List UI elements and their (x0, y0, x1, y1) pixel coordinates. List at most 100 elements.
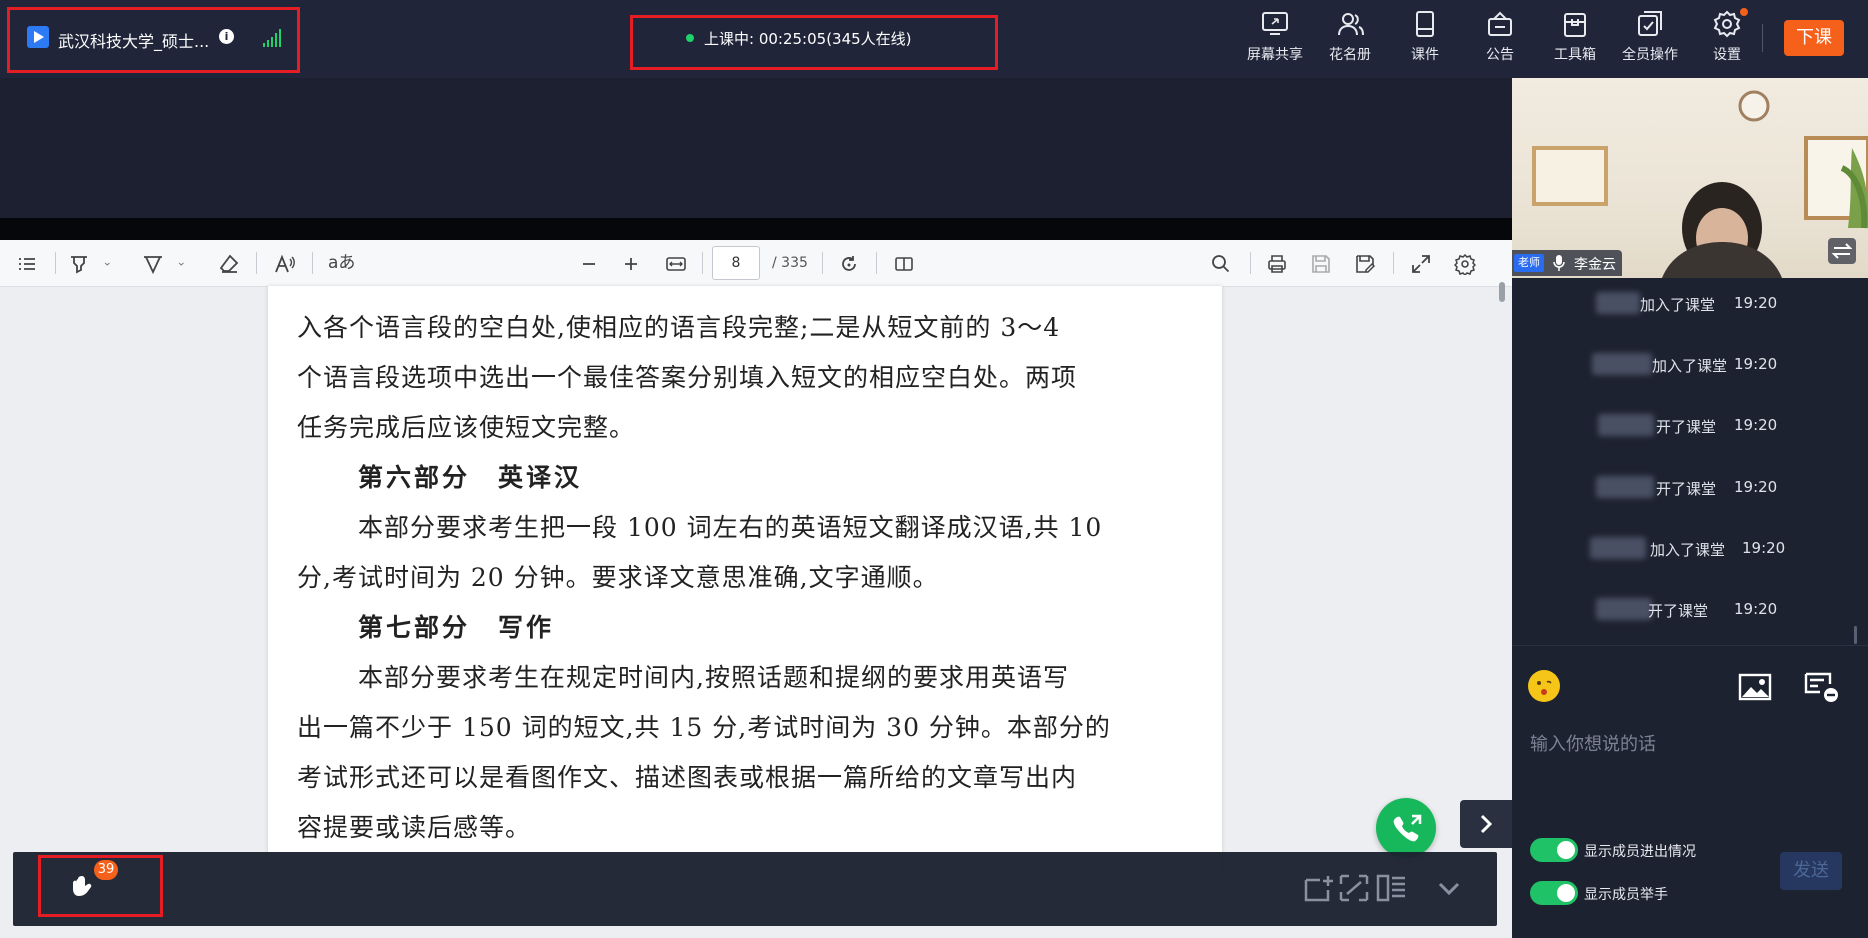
emoji-face-icon (1537, 680, 1552, 695)
chat-message-time: 19:20 (1734, 600, 1778, 618)
save-as-button[interactable] (1354, 253, 1376, 275)
teacher-video[interactable] (1512, 78, 1868, 278)
chat-input[interactable]: 输入你想说的话 (1530, 730, 1656, 756)
roster-label: 花名册 (1329, 47, 1371, 63)
settings-icon (1713, 10, 1741, 38)
courseware-button[interactable]: 课件 (1390, 10, 1460, 66)
chevron-down-icon[interactable] (1432, 872, 1466, 904)
pdf-text-line: 出一篇不少于 150 词的短文,共 15 分,考试时间为 30 分钟。本部分的 (297, 713, 1111, 742)
text-read-button[interactable] (274, 253, 296, 275)
mute-chat-icon[interactable] (1804, 670, 1840, 704)
roster-button[interactable]: 花名册 (1315, 10, 1385, 66)
all-members-button[interactable]: 全员操作 (1615, 10, 1685, 66)
chat-divider (1512, 645, 1868, 646)
settings-button[interactable]: 设置 (1692, 10, 1762, 66)
save-button[interactable] (1310, 253, 1332, 275)
screen-share-button[interactable]: 屏幕共享 (1240, 10, 1310, 66)
chevron-right-icon (1480, 814, 1493, 834)
emoji-icon[interactable] (1528, 670, 1560, 702)
chevron-down-icon (178, 262, 184, 266)
plus-icon (625, 258, 637, 270)
draw-dropdown[interactable] (178, 253, 190, 275)
pdf-text-line: 入各个语言段的空白处,使相应的语言段完整;二是从短文前的 3～4 (297, 313, 1061, 342)
chat-scrollbar[interactable] (1854, 626, 1857, 644)
toggle-show-hands[interactable] (1530, 881, 1578, 905)
rotate-button[interactable] (838, 253, 860, 275)
pdf-scrollbar-thumb[interactable] (1499, 282, 1505, 302)
print-icon (1268, 255, 1286, 273)
info-icon[interactable]: i (219, 29, 234, 44)
layout-switch-icon[interactable] (1337, 872, 1371, 904)
chat-message-text: 加入了课堂 (1650, 541, 1726, 559)
toolbar-separator (1393, 252, 1394, 274)
toggle-show-join[interactable] (1530, 838, 1578, 862)
all-members-icon (1638, 11, 1662, 36)
next-page-button[interactable] (1460, 800, 1512, 848)
pdf-text-line: 本部分要求考生在规定时间内,按照话题和提纲的要求用英语写 (358, 663, 1069, 692)
toolbox-button[interactable]: 工具箱 (1540, 10, 1610, 66)
courseware-icon (1416, 11, 1434, 37)
print-button[interactable] (1266, 253, 1288, 275)
swap-icon (1831, 243, 1853, 259)
pen-icon (144, 256, 162, 275)
page-layout-button[interactable] (893, 253, 915, 275)
blurred-username (1596, 598, 1652, 620)
page-number-input[interactable]: 8 (712, 246, 760, 280)
save-as-icon (1356, 255, 1376, 273)
zoom-in-button[interactable] (620, 253, 642, 275)
draw-tool-button[interactable] (142, 253, 164, 275)
save-icon (1312, 255, 1330, 273)
zoom-out-button[interactable] (578, 253, 600, 275)
gear-icon (1454, 253, 1476, 275)
microphone-icon (1553, 255, 1565, 271)
image-upload-icon[interactable] (1738, 673, 1772, 701)
chevron-down-icon (104, 262, 110, 266)
settings-label: 设置 (1713, 47, 1741, 63)
fit-width-button[interactable] (665, 253, 687, 275)
stage-area (0, 78, 1512, 218)
toolbar-separator (702, 252, 703, 274)
pdf-text-line: 考试形式还可以是看图作文、描述图表或根据一篇所给的文章写出内 (297, 763, 1078, 792)
highlighter-icon (71, 256, 87, 274)
pdf-page: 入各个语言段的空白处,使相应的语言段完整;二是从短文前的 3～4 个语言段选项中… (268, 286, 1222, 876)
chat-message-text: 开了课堂 (1648, 602, 1709, 620)
rotate-icon (842, 256, 856, 271)
toolbar-separator (876, 252, 877, 274)
chat-message-text: 开了课堂 (1656, 418, 1717, 436)
text-style-button[interactable]: aあ (328, 253, 355, 273)
highlight-dropdown[interactable] (104, 253, 116, 275)
swap-video-button[interactable] (1828, 238, 1856, 264)
stage-separator (0, 218, 1512, 240)
chat-message-time: 19:20 (1734, 355, 1778, 373)
send-button[interactable]: 发送 (1780, 852, 1842, 890)
eraser-button[interactable] (218, 253, 240, 275)
search-button[interactable] (1210, 253, 1232, 275)
end-class-button[interactable]: 下课 (1784, 20, 1844, 56)
chat-message-time: 19:20 (1734, 478, 1778, 496)
screen-share-icon (1262, 12, 1288, 35)
call-button[interactable] (1376, 798, 1436, 858)
pdf-settings-button[interactable] (1454, 253, 1476, 275)
toolbar-separator (1250, 252, 1251, 274)
class-status-text: 上课中: 00:25:05(345人在线) (704, 30, 912, 48)
pdf-text-line: 分,考试时间为 20 分钟。要求译文意思准确,文字通顺。 (297, 563, 939, 592)
announcement-button[interactable]: 公告 (1465, 10, 1535, 66)
chat-message-text: 加入了课堂 (1652, 357, 1728, 375)
add-window-icon[interactable] (1302, 872, 1336, 904)
outline-button[interactable] (16, 253, 38, 275)
fullscreen-button[interactable] (1410, 253, 1432, 275)
highlight-tool-button[interactable] (68, 253, 90, 275)
toolbar-separator (822, 252, 823, 274)
toolbar-divider (1762, 24, 1763, 52)
blurred-username (1596, 476, 1654, 498)
class-title[interactable]: 武汉科技大学_硕士... (58, 28, 209, 52)
pdf-text-line: 本部分要求考生把一段 100 词左右的英语短文翻译成汉语,共 10 (358, 513, 1103, 542)
blurred-username (1592, 353, 1652, 375)
announcement-label: 公告 (1486, 47, 1514, 63)
page-total: / 335 (772, 255, 808, 271)
grid-list-icon[interactable] (1375, 872, 1409, 904)
signal-strength-icon (263, 29, 281, 47)
toolbox-label: 工具箱 (1554, 47, 1596, 63)
screen-share-label: 屏幕共享 (1247, 47, 1303, 63)
pdf-text-line: 容提要或读后感等。 (297, 813, 532, 842)
